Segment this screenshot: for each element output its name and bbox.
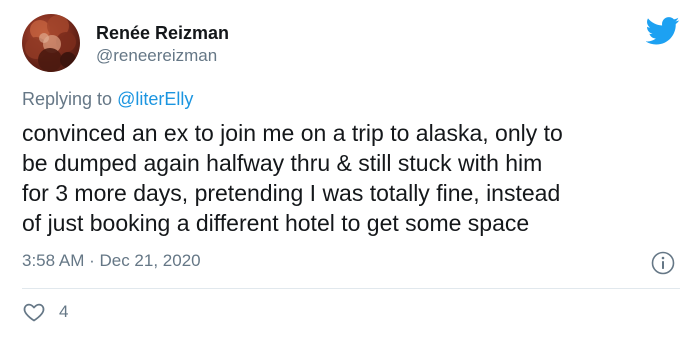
heart-icon [23,303,45,322]
author-handle[interactable]: @reneereizman [96,46,217,66]
replying-to: Replying to @literElly [22,88,193,110]
divider [22,288,680,289]
tweet-text-line: for 3 more days, pretending I was totall… [22,180,561,206]
avatar-image [25,15,76,72]
tweet-card: Renée Reizman @reneereizman Replying to … [0,0,700,341]
like-count: 4 [59,302,69,321]
tweet-timestamp[interactable]: 3:58 AM · Dec 21, 2020 [22,250,201,272]
tweet-text-line: convinced an ex to join me on a trip to … [22,120,563,146]
tweet-text: convinced an ex to join me on a trip to … [22,118,682,238]
info-icon[interactable] [651,251,675,275]
like-button[interactable]: 4 [22,300,68,324]
replying-to-link[interactable]: @literElly [117,89,193,109]
avatar[interactable] [22,14,80,72]
author-display-name[interactable]: Renée Reizman [96,22,229,44]
tweet-text-line: of just booking a different hotel to get… [22,210,530,236]
replying-to-label: Replying to [22,89,118,109]
twitter-bird-icon[interactable] [646,17,680,45]
tweet-text-line: be dumped again halfway thru & still stu… [22,150,543,176]
